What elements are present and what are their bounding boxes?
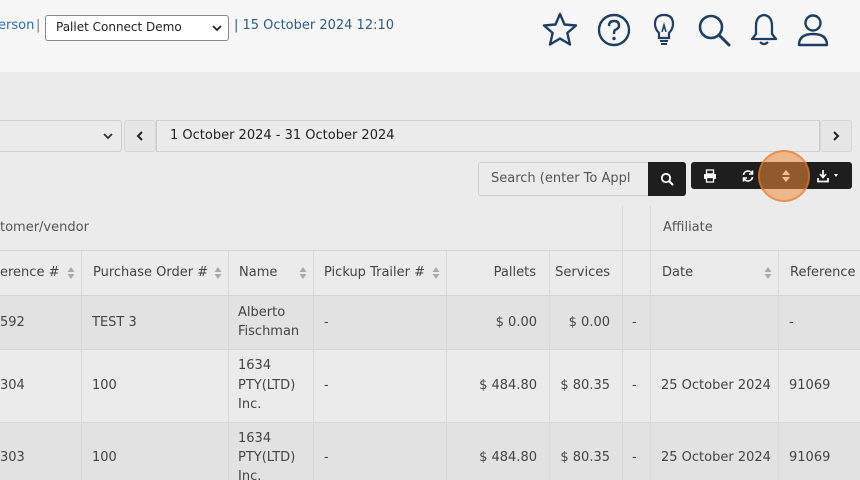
chevron-down-icon — [212, 25, 222, 32]
click-highlight — [758, 150, 810, 202]
search-icon — [660, 172, 674, 186]
cell-pickup-trailer: - — [324, 378, 329, 393]
cell-pallets: $ 0.00 — [495, 315, 537, 330]
lightbulb-icon[interactable] — [644, 10, 684, 50]
cell-pallets: $ 484.80 — [479, 378, 537, 393]
column-divider — [228, 296, 229, 480]
customer-vendor-group-header: tomer/vendor — [0, 206, 622, 251]
sort-icon — [432, 267, 440, 279]
cell-name-line: Fischman — [238, 324, 300, 339]
cell-blank: - — [632, 378, 637, 393]
company-select-value: Pallet Connect Demo — [56, 20, 182, 34]
cell-reference: 592 — [0, 315, 25, 330]
column-divider — [650, 206, 651, 480]
chevron-right-icon — [833, 131, 840, 141]
chevron-left-icon — [136, 131, 143, 141]
table-row[interactable]: 303 100 1634 PTY(LTD) Inc. - $ 484.80 $ … — [0, 423, 860, 480]
search-button[interactable] — [648, 162, 686, 196]
cell-affiliate-reference: 91069 — [789, 378, 831, 393]
refresh-icon — [742, 169, 754, 182]
column-header-label: erence # — [0, 265, 60, 280]
column-header-date[interactable]: Date — [650, 251, 778, 296]
previous-period-button[interactable] — [124, 120, 156, 152]
column-header-label: Date — [662, 265, 694, 280]
cell-purchase-order: 100 — [92, 450, 117, 465]
cell-name-line: PTY(LTD) — [238, 450, 296, 465]
column-divider — [622, 206, 623, 480]
cell-date: 25 October 2024 — [661, 450, 771, 465]
column-divider — [81, 296, 82, 480]
sort-icon — [67, 267, 75, 279]
column-divider — [313, 296, 314, 480]
column-header-label: Services — [555, 265, 610, 280]
user-name-link[interactable]: erson — [0, 18, 34, 33]
cell-services: $ 0.00 — [568, 315, 610, 330]
cell-pallets: $ 484.80 — [479, 450, 537, 465]
next-period-button[interactable] — [820, 120, 852, 152]
cell-purchase-order: 100 — [92, 378, 117, 393]
column-divider — [549, 296, 550, 480]
cell-purchase-order: TEST 3 — [92, 315, 137, 330]
column-divider — [778, 296, 779, 480]
cell-reference: 303 — [0, 450, 25, 465]
search-icon[interactable] — [694, 10, 734, 50]
cell-name-line: Alberto — [238, 305, 286, 320]
table-row[interactable]: 304 100 1634 PTY(LTD) Inc. - $ 484.80 $ … — [0, 350, 860, 423]
cell-name-line: Inc. — [238, 469, 262, 480]
cell-date: 25 October 2024 — [661, 378, 771, 393]
sort-icon — [764, 267, 772, 279]
column-header-label: Name — [239, 265, 278, 280]
help-icon[interactable] — [594, 10, 634, 50]
search-input[interactable]: Search (enter To Appl — [478, 162, 648, 196]
download-dropdown-button[interactable] — [805, 162, 852, 189]
column-header-pallets[interactable]: Pallets — [446, 251, 549, 296]
column-header-affiliate-reference[interactable]: Reference — [778, 251, 860, 296]
column-header-reference[interactable]: erence # — [0, 251, 81, 296]
header-separator: | — [36, 18, 41, 33]
bell-icon[interactable] — [744, 10, 784, 50]
sort-icon — [299, 267, 307, 279]
cell-services: $ 80.35 — [560, 378, 610, 393]
print-icon — [704, 168, 716, 183]
cell-pickup-trailer: - — [324, 450, 329, 465]
cell-blank: - — [632, 315, 637, 330]
cell-affiliate-reference: - — [789, 315, 794, 330]
cell-blank: - — [632, 450, 637, 465]
user-icon[interactable] — [793, 10, 833, 50]
company-select[interactable]: Pallet Connect Demo — [45, 15, 229, 41]
column-header-label: Purchase Order # — [93, 265, 209, 280]
column-header-name[interactable]: Name — [228, 251, 313, 296]
cell-reference: 304 — [0, 378, 25, 393]
column-header-label: Pickup Trailer # — [324, 265, 425, 280]
cell-name-line: 1634 — [238, 431, 272, 446]
empty-group-header — [622, 206, 650, 251]
column-header-label: Pallets — [493, 265, 536, 280]
star-icon[interactable] — [540, 10, 580, 50]
column-divider — [446, 296, 447, 480]
cell-services: $ 80.35 — [560, 450, 610, 465]
table-row[interactable]: 592 TEST 3 Alberto Fischman - $ 0.00 $ 0… — [0, 296, 860, 350]
download-icon — [816, 169, 838, 182]
date-range-picker[interactable]: 1 October 2024 - 31 October 2024 — [156, 120, 820, 152]
filter-select[interactable] — [0, 120, 122, 152]
chevron-down-icon — [103, 133, 113, 140]
column-header-blank — [622, 251, 650, 296]
cell-name-line: Inc. — [238, 397, 262, 412]
column-header-label: Reference — [790, 265, 856, 280]
column-header-purchase-order[interactable]: Purchase Order # — [81, 251, 228, 296]
affiliate-group-header: Affiliate — [650, 206, 860, 251]
sort-icon — [214, 267, 222, 279]
current-datetime: | 15 October 2024 12:10 — [234, 18, 395, 33]
print-button[interactable] — [691, 162, 729, 189]
cell-name-line: PTY(LTD) — [238, 378, 296, 393]
column-header-services[interactable]: Services — [549, 251, 622, 296]
top-header: erson | Pallet Connect Demo | 15 October… — [0, 0, 860, 72]
cell-affiliate-reference: 91069 — [789, 450, 831, 465]
cell-pickup-trailer: - — [324, 315, 329, 330]
cell-name-line: 1634 — [238, 358, 272, 373]
column-header-pickup-trailer[interactable]: Pickup Trailer # — [313, 251, 446, 296]
